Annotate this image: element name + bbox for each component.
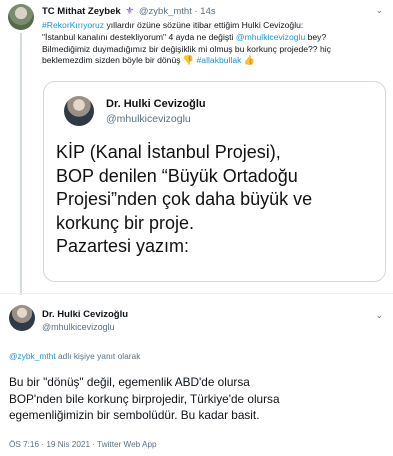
thread-connector [20, 33, 22, 295]
tweet-text: #RekorKırıyoruz yıllardır özüne sözüne i… [42, 20, 384, 67]
image-text: KİP (Kanal İstanbul Projesi), BOP denile… [56, 141, 381, 259]
tweet-text-segment: bey? [305, 31, 327, 42]
image-text-line: Projesi”nden çok daha büyük ve [56, 189, 313, 209]
avatar[interactable] [8, 4, 34, 30]
thumbs-down-icon: 👎 [182, 55, 195, 66]
image-text-line: korkunç bir proje. [56, 212, 195, 233]
tweet-text-segment: yıllardır özüne sözüne itibar ettiğim Hu… [104, 20, 304, 30]
tweet-text: Bu bir "dönüş" değil, egemenlik ABD'de o… [9, 374, 387, 424]
reply-tweet[interactable]: TC Mithat Zeybek ⚜ @zybk_mtht · 14s ⌄ #R… [0, 0, 393, 295]
avatar [64, 96, 94, 126]
divider [0, 293, 393, 294]
hashtag[interactable]: #allakbullak [197, 55, 242, 65]
replying-to: @zybk_mtht adlı kişiye yanıt olarak [9, 351, 140, 361]
tweet-text-line: egemenliğimizin bir sembolüdür. Bu kadar… [9, 408, 260, 422]
image-author-handle: @mhulkicevizoglu [106, 113, 191, 125]
thumbs-up-icon: 👍 [243, 55, 256, 66]
timestamp[interactable]: 14s [200, 6, 215, 17]
tweet-text-line: BOP'nden bile korkunç birprojedir, Türki… [9, 391, 280, 406]
tweet-text-segment: Bilmediğimiz duymadığımız bir değişiklik… [42, 43, 331, 54]
screenshot-image: Dr. Hulki Cevizoğlu @mhulkicevizoglu KİP… [46, 84, 383, 279]
tweet-text-segment: "İstanbul kanalını destekliyorum" 4 ayda… [42, 31, 236, 42]
separator: · [194, 6, 198, 17]
author-handle[interactable]: @mhulkicevizoglu [42, 322, 115, 332]
author-handle[interactable]: @zybk_mtht [139, 6, 192, 17]
chevron-down-icon[interactable]: ⌄ [375, 310, 383, 321]
author-name[interactable]: Dr. Hulki Cevizoğlu [42, 309, 128, 320]
mention[interactable]: @mhulkicevizoglu [236, 32, 305, 42]
attached-image[interactable]: Dr. Hulki Cevizoğlu @mhulkicevizoglu KİP… [43, 81, 386, 282]
tweet-header: TC Mithat Zeybek ⚜ @zybk_mtht · 14s [42, 6, 216, 18]
image-author-name: Dr. Hulki Cevizoğlu [106, 98, 206, 110]
image-text-line: BOP denilen “Büyük Ortadoğu [56, 165, 298, 186]
tweet-text-segment: beklemezdim sizden böyle bir dönüş [42, 55, 183, 66]
chevron-down-icon[interactable]: ⌄ [375, 5, 383, 16]
mention[interactable]: @zybk_mtht [9, 351, 56, 361]
author-name[interactable]: TC Mithat Zeybek [42, 6, 121, 17]
tweet-text-line: Bu bir "dönüş" değil, egemenlik ABD'de o… [9, 375, 250, 389]
tweet-metadata[interactable]: ÖS 7:16 · 19 Nis 2021 · Twitter Web App [9, 440, 157, 449]
hashtag[interactable]: #RekorKırıyoruz [42, 20, 104, 30]
image-text-line: KİP (Kanal İstanbul Projesi), [56, 142, 281, 162]
avatar[interactable] [9, 305, 35, 331]
image-text-line: Pazartesi yazım: [56, 236, 190, 256]
fleur-de-lis-icon: ⚜ [125, 6, 135, 17]
replying-to-label: adlı kişiye yanıt olarak [55, 351, 141, 361]
